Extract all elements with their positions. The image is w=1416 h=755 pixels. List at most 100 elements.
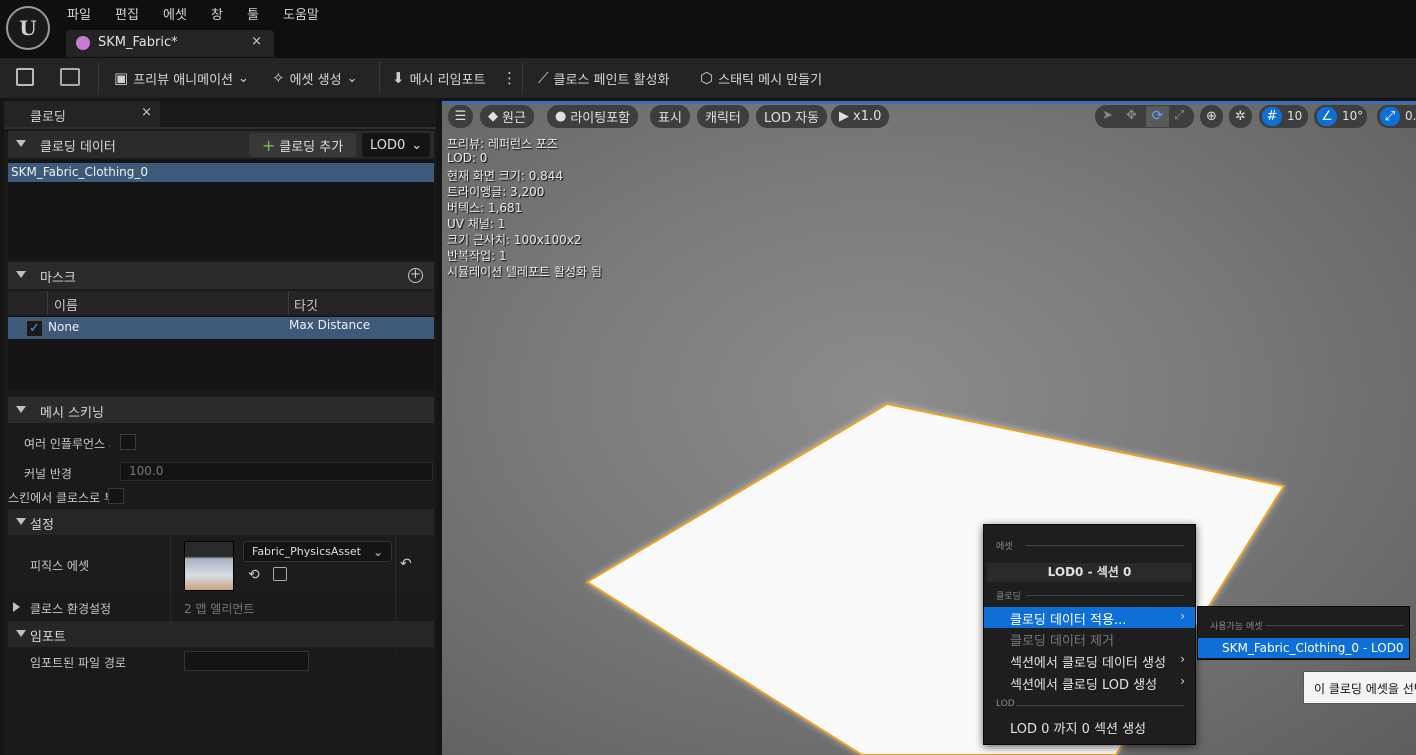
more-options-icon[interactable]: ⋮ bbox=[502, 67, 517, 89]
close-icon[interactable]: × bbox=[141, 105, 152, 120]
collapse-arrow-icon bbox=[16, 406, 26, 413]
multi-influence-checkbox[interactable] bbox=[120, 434, 136, 450]
reset-to-default-icon[interactable]: ↶ bbox=[400, 556, 412, 572]
scale-icon[interactable]: ⤢ bbox=[1174, 108, 1184, 123]
perspective-button[interactable]: ◆ 원근 bbox=[480, 105, 534, 128]
create-asset-button[interactable]: ✧ 에셋 생성 ⌄ bbox=[272, 67, 357, 89]
playback-speed-button[interactable]: ▶ x1.0 bbox=[831, 105, 890, 128]
show-button[interactable]: 표시 bbox=[650, 105, 690, 128]
menu-edit[interactable]: 편집 bbox=[115, 4, 139, 23]
import-title: 임포트 bbox=[30, 630, 66, 645]
collapse-arrow-icon bbox=[16, 271, 26, 278]
divider bbox=[4, 127, 436, 129]
create-asset-label: 에셋 생성 bbox=[289, 72, 342, 88]
add-mask-icon[interactable]: + bbox=[408, 268, 423, 283]
mesh-skinning-header[interactable]: 메시 스키닝 bbox=[8, 397, 434, 423]
browse-icon[interactable] bbox=[273, 567, 287, 581]
skin-to-cloth-checkbox[interactable] bbox=[108, 488, 124, 504]
lod-select[interactable]: LOD0 ⌄ bbox=[362, 133, 430, 157]
toolbar-separator bbox=[98, 62, 99, 94]
toolbar-separator bbox=[522, 62, 523, 94]
viewport-menu-button[interactable]: ☰ bbox=[448, 105, 473, 128]
reimport-icon: ⬇ bbox=[392, 69, 405, 87]
save-icon[interactable] bbox=[16, 68, 34, 86]
physics-asset-thumbnail[interactable] bbox=[184, 541, 234, 591]
unreal-logo-icon[interactable]: U bbox=[6, 6, 50, 50]
expand-arrow-icon[interactable] bbox=[13, 602, 20, 612]
scale-snap-icon[interactable]: ⤢ bbox=[1380, 107, 1400, 126]
grid-snap-icon[interactable]: # bbox=[1262, 107, 1282, 126]
character-button[interactable]: 캐릭터 bbox=[697, 105, 749, 128]
tooltip: 이 클로딩 에셋을 선택 bbox=[1303, 671, 1416, 704]
menu-tools[interactable]: 툴 bbox=[247, 4, 259, 23]
create-lod-label: 섹션에서 클로딩 LOD 생성 bbox=[1010, 678, 1158, 693]
create-lod-item[interactable]: 섹션에서 클로딩 LOD 생성 › bbox=[984, 673, 1195, 694]
stat-preview: 프리뷰: 레퍼런스 포즈 bbox=[447, 137, 559, 151]
rotate-icon[interactable]: ⟳ bbox=[1146, 106, 1169, 127]
perspective-label: 원근 bbox=[502, 111, 526, 126]
mask-header[interactable]: 마스크 bbox=[8, 262, 434, 289]
play-icon: ▶ bbox=[839, 109, 849, 124]
apply-clothing-item[interactable]: 클로딩 데이터 적용... › bbox=[984, 607, 1195, 628]
physics-asset-value: Fabric_PhysicsAsset bbox=[252, 545, 361, 558]
remove-clothing-item[interactable]: 클로딩 데이터 제거 bbox=[1010, 630, 1114, 649]
mask-enabled-checkbox[interactable]: ✓ bbox=[26, 320, 43, 337]
column-divider[interactable] bbox=[288, 291, 289, 315]
settings-title: 설정 bbox=[30, 518, 54, 533]
coordinate-space-icon[interactable]: ⊕ bbox=[1200, 105, 1223, 128]
kernel-radius-label: 커널 반경 bbox=[24, 467, 72, 481]
use-selected-icon[interactable]: ⟲ bbox=[248, 567, 260, 583]
import-header[interactable]: 임포트 bbox=[8, 621, 434, 647]
menu-help[interactable]: 도움말 bbox=[283, 4, 319, 23]
skin-to-cloth-label: 스킨에서 클로스로 부. bbox=[8, 491, 108, 505]
create-up-to-lod-item[interactable]: LOD 0 까지 0 섹션 생성 bbox=[1010, 718, 1146, 737]
stat-vertices: 버텍스: 1,681 bbox=[447, 201, 523, 215]
scale-snap-value[interactable]: 0. bbox=[1405, 109, 1416, 123]
angle-snap-icon[interactable]: ∠ bbox=[1317, 107, 1337, 126]
menu-file[interactable]: 파일 bbox=[67, 4, 91, 23]
move-icon[interactable]: ✥ bbox=[1126, 108, 1137, 123]
mask-target[interactable]: Max Distance bbox=[289, 318, 370, 332]
preview-animation-button[interactable]: ▣ 프리뷰 애니메이션 ⌄ bbox=[114, 67, 249, 89]
column-name-header[interactable]: 이름 bbox=[54, 295, 78, 314]
create-from-section-item[interactable]: 섹션에서 클로딩 데이터 생성 › bbox=[984, 651, 1195, 672]
reimport-mesh-button[interactable]: ⬇ 메시 리임포트 bbox=[392, 67, 485, 89]
settings-header[interactable]: 설정 bbox=[8, 509, 434, 535]
clothing-panel-tab[interactable]: 클로딩 × bbox=[4, 101, 160, 127]
cloth-paint-button[interactable]: ⟋ 클로스 페인트 활성화 bbox=[538, 67, 669, 89]
browse-asset-icon[interactable] bbox=[60, 68, 80, 86]
clothing-asset-item[interactable]: SKM_Fabric_Clothing_0 - LOD0 bbox=[1198, 638, 1409, 658]
imported-path-field[interactable] bbox=[184, 651, 309, 671]
cloth-config-label: 클로스 환경설정 bbox=[30, 602, 112, 616]
angle-snap-value[interactable]: 10° bbox=[1342, 109, 1363, 123]
menu-window[interactable]: 창 bbox=[211, 4, 223, 23]
surface-snap-icon[interactable]: ✲ bbox=[1229, 105, 1252, 128]
lighting-button[interactable]: ● 라이팅포함 bbox=[547, 105, 639, 128]
physics-asset-label: 피직스 에셋 bbox=[30, 559, 90, 573]
lod-auto-button[interactable]: LOD 자동 bbox=[756, 105, 828, 128]
chevron-down-icon: ⌄ bbox=[346, 70, 358, 86]
create-asset-icon: ✧ bbox=[272, 69, 285, 87]
menu-asset[interactable]: 에셋 bbox=[163, 4, 187, 23]
collapse-arrow-icon bbox=[16, 140, 26, 147]
chevron-right-icon: › bbox=[1180, 674, 1185, 688]
make-static-mesh-button[interactable]: ⬡ 스태틱 메시 만들기 bbox=[700, 67, 822, 89]
kernel-radius-input[interactable]: 100.0 bbox=[120, 462, 433, 481]
lod-select-value: LOD0 bbox=[370, 137, 406, 153]
column-target-header[interactable]: 타깃 bbox=[294, 295, 318, 314]
divider bbox=[1026, 545, 1184, 546]
reimport-label: 메시 리임포트 bbox=[409, 72, 486, 88]
stat-sim-teleport: 시뮬레이션 텔레포트 활성화 됨 bbox=[447, 265, 602, 279]
close-tab-icon[interactable]: × bbox=[251, 34, 262, 49]
select-icon[interactable]: ➤ bbox=[1102, 108, 1113, 123]
cube-icon: ◆ bbox=[488, 109, 498, 124]
context-menu: 에셋 LOD0 - 섹션 0 클로딩 클로딩 데이터 적용... › 클로딩 데… bbox=[983, 524, 1196, 745]
stat-triangles: 트라이앵글: 3,200 bbox=[447, 185, 545, 199]
asset-section-header: 에셋 bbox=[996, 542, 1013, 552]
physics-asset-dropdown[interactable]: Fabric_PhysicsAsset ⌄ bbox=[243, 541, 392, 562]
grid-snap-value[interactable]: 10 bbox=[1287, 109, 1302, 123]
apply-clothing-label: 클로딩 데이터 적용... bbox=[1010, 613, 1127, 628]
asset-tab[interactable]: SKM_Fabric* × bbox=[66, 30, 274, 57]
add-clothing-button[interactable]: + 클로딩 추가 bbox=[249, 133, 356, 157]
clothing-data-item[interactable]: SKM_Fabric_Clothing_0 bbox=[8, 163, 434, 182]
